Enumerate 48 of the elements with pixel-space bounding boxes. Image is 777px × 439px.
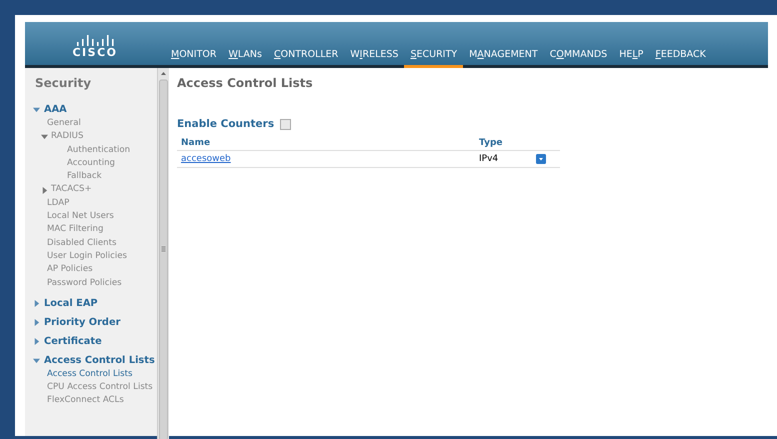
sidebar-section[interactable]: Access Control Lists (44, 354, 155, 366)
menu-tab[interactable]: COMMANDS (544, 49, 614, 68)
menu-tab[interactable]: WLANs (222, 49, 268, 68)
sidebar-item[interactable]: AP Policies (35, 263, 157, 277)
expanded-triangle-icon[interactable] (41, 133, 48, 140)
sidebar-item[interactable]: General (35, 117, 157, 130)
menu-tab[interactable]: SECURITY (404, 49, 464, 68)
sidebar-item[interactable]: Fallback (35, 170, 157, 184)
menu-tab[interactable]: FEEDBACK (649, 49, 712, 68)
sidebar-section[interactable]: Priority Order (44, 316, 120, 328)
menu-tab[interactable]: CONTROLLER (268, 49, 344, 68)
sidebar-section[interactable]: Local EAP (44, 298, 98, 309)
sidebar-section[interactable]: Certificate (44, 336, 102, 347)
table-cell: IPv4 (475, 150, 532, 168)
acl-name-link[interactable]: accesoweb (181, 154, 231, 164)
column-header: Type (475, 136, 532, 150)
sidebar-item[interactable]: Authentication (35, 144, 157, 157)
logo-text: CISCO (72, 46, 118, 59)
collapsed-triangle-icon[interactable] (33, 300, 40, 307)
collapsed-triangle-icon[interactable] (33, 318, 40, 326)
collapsed-triangle-icon[interactable] (33, 338, 40, 345)
menu-tab[interactable]: MONITOR (165, 49, 222, 68)
menu-tab[interactable]: WI RELESS (344, 49, 404, 68)
sidebar-item[interactable]: CPU Access Control Lists (35, 381, 157, 394)
sidebar-item[interactable]: MAC Filtering (35, 223, 157, 237)
sidebar-item[interactable]: TACACS+ (51, 183, 92, 197)
expanded-triangle-icon[interactable] (33, 106, 40, 113)
sidebar-item[interactable]: Disabled Clients (35, 236, 157, 250)
scrollbar[interactable] (157, 68, 169, 439)
menu-tab[interactable]: HELP (613, 49, 650, 68)
column-header: Name (177, 136, 475, 150)
sidebar-title: Security (35, 76, 92, 90)
enable-counters-label: Enable Counters (177, 118, 274, 130)
sidebar-item[interactable]: Accounting (35, 156, 157, 170)
logo-bars-icon (76, 35, 114, 46)
enable-counters-checkbox[interactable] (280, 118, 292, 130)
sidebar-item[interactable]: RADIUS (51, 130, 84, 144)
sidebar-item[interactable]: LDAP (35, 196, 157, 210)
collapsed-triangle-icon[interactable] (41, 186, 48, 194)
page-title: Access Control Lists (177, 76, 314, 90)
sidebar-item[interactable]: User Login Policies (35, 250, 157, 264)
sidebar-item[interactable]: Local Net Users (35, 210, 157, 224)
sidebar-section[interactable]: AAA (44, 104, 67, 115)
expanded-triangle-icon[interactable] (33, 356, 40, 364)
menu-tab[interactable]: MANAGEMENT (463, 49, 544, 68)
sidebar-item[interactable]: Password Policies (35, 276, 157, 290)
sidebar-item[interactable]: Access Control Lists (35, 368, 157, 382)
sidebar-item[interactable]: FlexConnect ACLs (35, 394, 157, 408)
